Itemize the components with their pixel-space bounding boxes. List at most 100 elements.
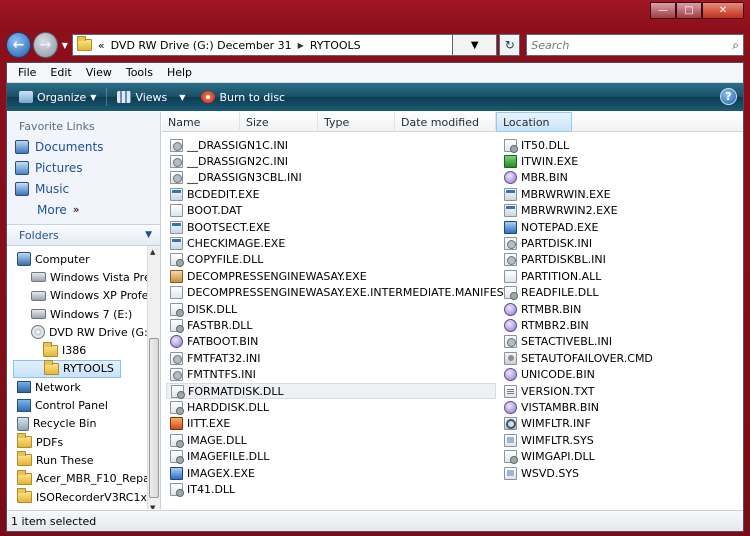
back-button[interactable]: ← [6, 32, 31, 58]
file-item[interactable]: HARDDISK.DLL [166, 399, 500, 415]
scroll-up-icon[interactable]: ▲ [150, 248, 155, 256]
tree-item-acer-mbr[interactable]: Acer_MBR_F10_Repa [13, 469, 151, 488]
folders-header[interactable]: Folders ▼ [7, 224, 160, 246]
breadcrumb-overflow[interactable]: « [98, 39, 105, 52]
file-item[interactable]: UNICODE.BIN [500, 366, 700, 382]
file-item[interactable]: WIMFLTR.SYS [500, 432, 700, 448]
forward-button[interactable]: → [32, 32, 58, 58]
address-bar[interactable]: « DVD RW Drive (G:) December 31 ▶ RYTOOL… [71, 34, 454, 56]
menu-view[interactable]: View [79, 66, 119, 79]
maximize-button[interactable]: □ [676, 2, 702, 19]
file-item[interactable]: PARTDISKBL.INI [500, 252, 700, 268]
minimize-button[interactable]: — [650, 2, 676, 19]
tree-item-network[interactable]: Network [13, 378, 151, 396]
file-item[interactable]: IT50.DLL [500, 137, 700, 153]
tree-item-isorecorder[interactable]: ISORecorderV3RC1xt [13, 488, 151, 506]
column-type[interactable]: Type [318, 112, 395, 132]
file-item[interactable]: DECOMPRESSENGINEWASAY.EXE.INTERMEDIATE.M… [166, 285, 510, 301]
favorite-pictures[interactable]: Pictures [7, 157, 160, 178]
search-icon[interactable]: ⌕ [732, 38, 739, 53]
column-header: Name Size Type Date modified Location [162, 112, 743, 132]
tree-item-rytools[interactable]: RYTOOLS [13, 359, 121, 379]
tree-item-control-panel[interactable]: Control Panel [13, 396, 151, 414]
file-item[interactable]: VERSION.TXT [500, 383, 700, 399]
scroll-down-icon[interactable]: ▼ [150, 504, 155, 509]
file-item[interactable]: WIMFLTR.INF [500, 416, 700, 432]
file-item[interactable]: ITWIN.EXE [500, 153, 700, 169]
file-item[interactable]: IMAGE.DLL [166, 432, 500, 448]
file-item[interactable]: FMTFAT32.INI [166, 350, 500, 366]
menu-file[interactable]: File [11, 66, 43, 79]
tree-item-run-these[interactable]: Run These [13, 451, 151, 469]
file-item[interactable]: FASTBR.DLL [166, 317, 500, 333]
file-item[interactable]: WIMGAPI.DLL [500, 448, 700, 465]
views-button[interactable]: Views ▼ [109, 91, 193, 104]
favorite-documents[interactable]: Documents [7, 136, 160, 157]
burn-to-disc-button[interactable]: Burn to disc [193, 91, 293, 104]
tree-item-drive-win7[interactable]: Windows 7 (E:) [13, 305, 151, 323]
column-name[interactable]: Name [162, 112, 240, 132]
tree-item-computer[interactable]: Computer [13, 250, 151, 268]
file-item[interactable]: DECOMPRESSENGINEWASAY.EXE [166, 268, 500, 284]
file-item[interactable]: __DRASSIGN2C.INI [166, 153, 500, 169]
file-item[interactable]: FMTNTFS.INI [166, 366, 500, 382]
file-item[interactable]: DISK.DLL [166, 301, 500, 317]
file-item[interactable]: IMAGEX.EXE [166, 465, 500, 481]
file-item[interactable]: BOOTSECT.EXE [166, 219, 500, 235]
tree-item-drive-vista[interactable]: Windows Vista Pre [13, 268, 151, 286]
file-item[interactable]: MBR.BIN [500, 170, 700, 186]
file-item[interactable]: COPYFILE.DLL [166, 252, 500, 268]
file-item[interactable]: BOOT.DAT [166, 203, 500, 219]
breadcrumb-rytools[interactable]: RYTOOLS [310, 39, 361, 52]
file-item[interactable]: RTMBR2.BIN [500, 317, 700, 333]
chevron-right-icon[interactable]: ▶ [298, 41, 304, 50]
file-item[interactable]: SETAUTOFAILOVER.CMD [500, 350, 700, 366]
menu-edit[interactable]: Edit [43, 66, 78, 79]
file-item-selected[interactable]: FORMATDISK.DLL [166, 382, 496, 400]
tree-item-recycle-bin[interactable]: Recycle Bin [13, 415, 151, 433]
file-item[interactable]: __DRASSIGN1C.INI [166, 137, 500, 153]
file-item[interactable]: RTMBR.BIN [500, 301, 700, 317]
file-item[interactable]: WSVD.SYS [500, 465, 700, 481]
file-item[interactable]: IMAGEFILE.DLL [166, 448, 500, 465]
tree-item-pdfs[interactable]: PDFs [13, 433, 151, 451]
tree-scrollbar[interactable]: ▲ ▼ [147, 246, 160, 509]
tree-scroll-thumb[interactable] [149, 338, 159, 498]
file-item[interactable]: __DRASSIGN3CBL.INI [166, 170, 500, 186]
column-date-modified[interactable]: Date modified [395, 112, 496, 132]
favorite-music[interactable]: Music [7, 178, 160, 199]
file-item[interactable]: MBRWRWIN.EXE [500, 186, 700, 202]
file-item[interactable]: VISTAMBR.BIN [500, 399, 700, 415]
file-item[interactable]: CHECKIMAGE.EXE [166, 235, 500, 251]
file-item[interactable]: MBRWRWIN2.EXE [500, 203, 700, 219]
file-item[interactable]: FATBOOT.BIN [166, 334, 500, 350]
tree-item-i386[interactable]: I386 [13, 341, 151, 359]
help-button[interactable]: ? [720, 88, 737, 105]
organize-button[interactable]: Organize ▼ [11, 91, 104, 104]
file-name: VISTAMBR.BIN [521, 400, 599, 414]
documents-icon [15, 139, 29, 154]
menu-help[interactable]: Help [160, 66, 199, 79]
close-button[interactable]: ✕ [702, 2, 744, 19]
refresh-button[interactable]: ↻ [499, 34, 521, 56]
generic-file-icon [170, 204, 183, 218]
favorite-more[interactable]: More » [7, 199, 160, 220]
tree-item-drive-xp[interactable]: Windows XP Profe [13, 287, 151, 305]
file-item[interactable]: IT41.DLL [166, 481, 500, 497]
file-item[interactable]: BCDEDIT.EXE [166, 186, 500, 202]
file-item[interactable]: READFILE.DLL [500, 285, 700, 301]
file-item[interactable]: PARTDISK.INI [500, 235, 700, 251]
search-input[interactable]: Search ⌕ [526, 34, 745, 56]
recent-pages-dropdown[interactable]: ▼ [62, 41, 68, 50]
column-size[interactable]: Size [240, 112, 318, 132]
file-item[interactable]: PARTITION.ALL [500, 268, 700, 284]
address-dropdown[interactable]: ▼ [453, 34, 498, 56]
file-item[interactable]: IITT.EXE [166, 416, 500, 432]
column-location[interactable]: Location [496, 112, 572, 132]
file-item[interactable]: NOTEPAD.EXE [500, 219, 700, 235]
tree-item-dvd-drive[interactable]: DVD RW Drive (G:) [13, 323, 152, 341]
breadcrumb-drive[interactable]: DVD RW Drive (G:) December 31 [111, 39, 292, 52]
menu-tools[interactable]: Tools [119, 66, 160, 79]
file-name: WIMGAPI.DLL [521, 450, 595, 464]
file-item[interactable]: SETACTIVEBL.INI [500, 334, 700, 350]
